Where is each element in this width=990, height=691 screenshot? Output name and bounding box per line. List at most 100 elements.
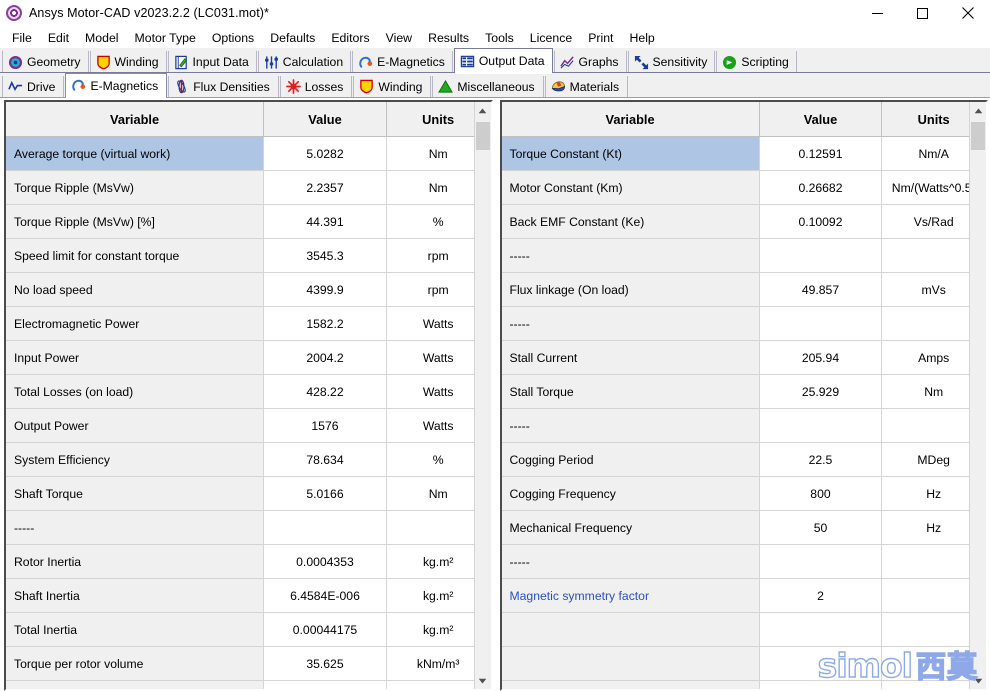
minimize-button[interactable] [855,0,900,26]
table-row[interactable]: Mechanical Frequency 50 Hz [501,510,986,545]
cell-variable[interactable]: Rotor Inertia [6,544,265,579]
scroll-thumb[interactable] [475,122,490,150]
cell-variable[interactable]: ----- [501,238,760,273]
cell-value[interactable]: 49.857 [759,272,883,307]
menu-results[interactable]: Results [420,29,477,47]
cell-value[interactable]: 205.94 [759,340,883,375]
menu-motor-type[interactable]: Motor Type [127,29,204,47]
table-row[interactable]: Rotor peripheral velocity (on load)9.424… [6,680,491,689]
menu-edit[interactable]: Edit [40,29,77,47]
cell-value[interactable]: 2.2357 [263,170,387,205]
cell-value[interactable]: 1582.2 [263,306,387,341]
table-row[interactable]: ----- [6,510,491,545]
menu-file[interactable]: File [4,29,40,47]
table-row[interactable]: Electromagnetic Power 1582.2 Watts [6,306,491,341]
cell-value[interactable] [759,646,883,681]
right-vertical-scrollbar[interactable] [969,102,986,689]
cell-variable[interactable]: Flux linkage (On load) [501,272,760,307]
cell-value[interactable] [759,408,883,443]
subtab-e-magnetics[interactable]: E-Magnetics [65,73,168,98]
menu-tools[interactable]: Tools [477,29,522,47]
cell-value[interactable]: 428.22 [263,374,387,409]
cell-variable[interactable]: Torque Constant (Kt) [501,136,760,171]
cell-value[interactable]: 0.0004353 [263,544,387,579]
cell-variable[interactable]: No load speed [6,272,265,307]
scroll-down-arrow-icon[interactable] [970,672,986,689]
subtab-miscellaneous[interactable]: Miscellaneous [432,76,544,97]
cell-value[interactable]: 25.929 [759,374,883,409]
cell-variable[interactable] [501,646,760,681]
cell-value[interactable]: 5.0282 [263,136,387,171]
cell-variable[interactable]: Cogging Frequency [501,476,760,511]
cell-value[interactable]: 0.12591 [759,136,883,171]
subtab-drive[interactable]: Drive [2,76,65,97]
cell-value[interactable]: 35.625 [263,646,387,681]
cell-variable[interactable]: Back EMF Constant (Ke) [501,204,760,239]
table-row[interactable]: Total Losses (on load) 428.22 Watts [6,374,491,409]
subtab-winding[interactable]: Winding [353,76,432,97]
cell-variable[interactable]: ----- [6,510,265,545]
table-row[interactable] [501,680,986,689]
table-row[interactable]: ----- [501,544,986,579]
table-row[interactable]: ----- [501,306,986,341]
cell-value[interactable]: 0.00044175 [263,612,387,647]
cell-value[interactable]: 800 [759,476,883,511]
menu-help[interactable]: Help [621,29,662,47]
cell-variable[interactable]: Total Losses (on load) [6,374,265,409]
cell-value[interactable] [759,612,883,647]
table-row[interactable]: Torque Ripple (MsVw) 2.2357 Nm [6,170,491,205]
cell-value[interactable]: 0.10092 [759,204,883,239]
cell-variable[interactable]: Output Power [6,408,265,443]
scroll-track[interactable] [474,119,491,672]
table-row[interactable]: Flux linkage (On load) 49.857 mVs [501,272,986,307]
cell-value[interactable]: 50 [759,510,883,545]
tab-sensitivity[interactable]: Sensitivity [627,51,716,73]
table-row[interactable]: Output Power 1576 Watts [6,408,491,443]
table-row[interactable] [501,646,986,681]
cell-value[interactable] [759,306,883,341]
tab-output-data[interactable]: Output Data [453,48,553,74]
table-row[interactable]: System Efficiency 78.634% [6,442,491,477]
scroll-up-arrow-icon[interactable] [474,102,491,119]
cell-variable[interactable]: Total Inertia [6,612,265,647]
cell-value[interactable] [759,238,883,273]
cell-value[interactable] [263,510,387,545]
close-button[interactable] [945,0,990,26]
left-vertical-scrollbar[interactable] [473,102,491,689]
scroll-up-arrow-icon[interactable] [970,102,986,119]
cell-variable[interactable]: Cogging Period [501,442,760,477]
scroll-down-arrow-icon[interactable] [474,672,491,689]
cell-value[interactable]: 5.0166 [263,476,387,511]
tab-winding[interactable]: Winding [89,51,167,73]
menu-print[interactable]: Print [580,29,621,47]
cell-variable[interactable] [501,612,760,647]
cell-variable[interactable]: ----- [501,306,760,341]
column-header-value[interactable]: Value [759,102,883,137]
subtab-materials[interactable]: Materials [544,76,629,97]
cell-variable[interactable]: Motor Constant (Km) [501,170,760,205]
table-row[interactable] [501,612,986,647]
menu-options[interactable]: Options [204,29,262,47]
table-row[interactable]: Input Power 2004.2 Watts [6,340,491,375]
table-row[interactable]: Torque Constant (Kt) 0.12591 Nm/A [501,136,986,171]
cell-value[interactable]: 4399.9 [263,272,387,307]
cell-value[interactable]: 2004.2 [263,340,387,375]
table-row[interactable]: Total Inertia 0.00044175 kg.m² [6,612,491,647]
table-row[interactable]: Rotor Inertia 0.0004353 kg.m² [6,544,491,579]
subtab-losses[interactable]: Losses [279,76,353,97]
table-row[interactable]: Torque Ripple (MsVw) [%] 44.391% [6,204,491,239]
scroll-track[interactable] [970,119,986,672]
subtab-flux-densities[interactable]: Flux Densities [168,76,279,97]
table-row[interactable]: Shaft Inertia 6.4584E-006 kg.m² [6,578,491,613]
tab-geometry[interactable]: Geometry [2,51,89,73]
table-row[interactable]: Cogging Frequency 800 Hz [501,476,986,511]
cell-variable[interactable]: Torque per rotor volume [6,646,265,681]
scroll-thumb[interactable] [971,122,985,150]
menu-licence[interactable]: Licence [522,29,580,47]
table-row[interactable]: Average torque (virtual work) 5.0282 Nm [6,136,491,171]
cell-variable[interactable]: Torque Ripple (MsVw) [%] [6,204,265,239]
cell-variable[interactable]: Torque Ripple (MsVw) [6,170,265,205]
table-row[interactable]: Stall Current 205.94 Amps [501,340,986,375]
table-row[interactable]: Shaft Torque 5.0166 Nm [6,476,491,511]
cell-value[interactable]: 3545.3 [263,238,387,273]
